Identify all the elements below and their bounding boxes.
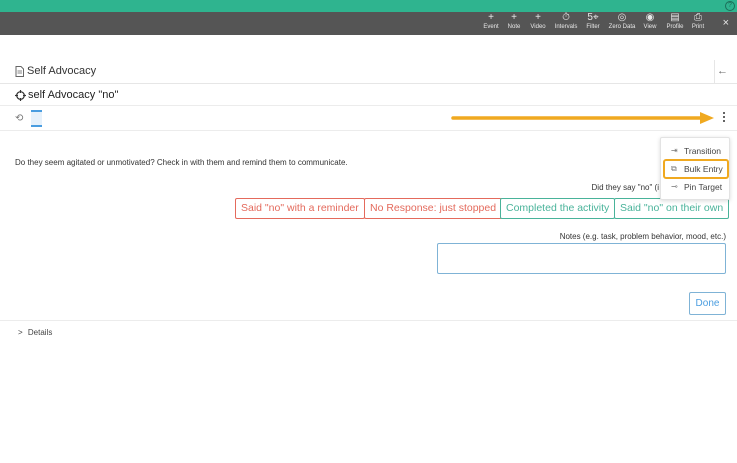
program-header: Self Advocacy ← bbox=[0, 60, 737, 84]
target-title: self Advocacy "no" bbox=[28, 89, 119, 101]
profile-card-icon: ▤ bbox=[670, 12, 680, 23]
details-label: Details bbox=[27, 328, 53, 337]
toolbar: + Event + Note + Video ⏱ Intervals 5⌖ Fi… bbox=[0, 12, 737, 35]
annotation-arrow bbox=[451, 112, 714, 124]
eye-icon: ◉ bbox=[645, 12, 655, 23]
more-options-icon[interactable] bbox=[722, 112, 726, 126]
question-text: Did they say "no" (i bbox=[591, 183, 659, 192]
menu-item-label: Transition bbox=[684, 146, 722, 156]
zero-data-icon: ◎ bbox=[617, 12, 627, 23]
section-divider bbox=[0, 320, 737, 321]
details-toggle[interactable]: > Details bbox=[18, 328, 52, 337]
history-icon[interactable]: ⟲ bbox=[15, 113, 23, 124]
menu-item-transition[interactable]: ⇥ Transition bbox=[661, 143, 731, 159]
pin-icon: ⊸ bbox=[671, 182, 678, 191]
add-event-label: Event bbox=[483, 24, 499, 30]
program-title: Self Advocacy bbox=[27, 65, 97, 77]
option-button-reminder[interactable]: Said "no" with a reminder bbox=[235, 198, 365, 219]
notes-label: Notes (e.g. task, problem behavior, mood… bbox=[559, 232, 726, 241]
done-button[interactable]: Done bbox=[689, 292, 726, 315]
profile-label: Profile bbox=[666, 24, 684, 30]
notes-input[interactable] bbox=[437, 243, 726, 274]
header-divider bbox=[714, 60, 715, 84]
view-label: View bbox=[643, 24, 657, 30]
intervals-label: Intervals bbox=[554, 24, 578, 30]
crosshair-icon bbox=[15, 90, 26, 101]
profile-button[interactable]: ▤ Profile bbox=[664, 12, 686, 35]
plus-icon: + bbox=[535, 12, 541, 23]
add-note-button[interactable]: + Note bbox=[506, 12, 522, 35]
option-button-no-response[interactable]: No Response: just stopped bbox=[364, 198, 503, 219]
top-accent-bar bbox=[0, 0, 737, 12]
zero-data-label: Zero Data bbox=[608, 24, 636, 30]
stopwatch-icon: ⏱ bbox=[562, 12, 570, 23]
menu-item-label: Pin Target bbox=[684, 182, 723, 192]
session-chip[interactable] bbox=[31, 110, 42, 127]
back-arrow-icon[interactable]: ← bbox=[717, 65, 728, 77]
print-label: Print bbox=[691, 24, 705, 30]
filter-label: Filter bbox=[586, 24, 600, 30]
prompt-text: Do they seem agitated or unmotivated? Ch… bbox=[15, 158, 348, 167]
add-note-label: Note bbox=[507, 24, 521, 30]
printer-icon: ⎙ bbox=[694, 12, 702, 23]
add-video-label: Video bbox=[530, 24, 546, 30]
menu-item-pin-target[interactable]: ⊸ Pin Target bbox=[661, 179, 731, 195]
target-header: self Advocacy "no" bbox=[0, 86, 737, 106]
help-icon[interactable]: ? bbox=[725, 1, 735, 11]
option-button-completed[interactable]: Completed the activity bbox=[500, 198, 616, 219]
zero-data-button[interactable]: ◎ Zero Data bbox=[606, 12, 638, 35]
view-button[interactable]: ◉ View bbox=[642, 12, 658, 35]
target-filter-icon: 5⌖ bbox=[587, 12, 599, 23]
plus-icon: + bbox=[511, 12, 517, 23]
document-icon bbox=[15, 66, 24, 77]
close-icon[interactable]: × bbox=[723, 17, 729, 29]
add-event-button[interactable]: + Event bbox=[483, 12, 499, 35]
print-button[interactable]: ⎙ Print bbox=[689, 12, 707, 35]
option-button-on-own[interactable]: Said "no" on their own bbox=[614, 198, 730, 219]
plus-icon: + bbox=[488, 12, 494, 23]
chevron-right-icon: > bbox=[18, 328, 23, 337]
filter-button[interactable]: 5⌖ Filter bbox=[584, 12, 602, 35]
add-video-button[interactable]: + Video bbox=[529, 12, 547, 35]
transition-icon: ⇥ bbox=[671, 146, 678, 155]
intervals-button[interactable]: ⏱ Intervals bbox=[552, 12, 580, 35]
bulk-entry-highlight bbox=[663, 159, 729, 179]
